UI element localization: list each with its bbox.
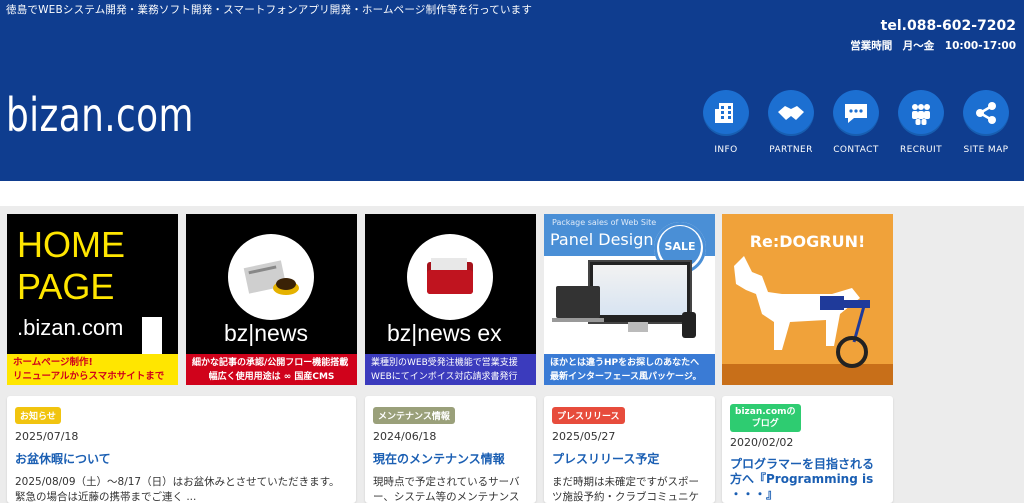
news-date: 2024/06/18: [373, 430, 437, 443]
caption-line: 最新インターフェース風パッケージ。: [550, 372, 702, 382]
category-badge: お知らせ: [15, 407, 61, 424]
dog-wheelchair-illustration: [734, 256, 870, 368]
share-icon: [963, 90, 1009, 136]
nav-recruit[interactable]: RECRUIT: [891, 90, 951, 155]
news-card-notice[interactable]: お知らせ 2025/07/18 お盆休暇について 2025/08/09（土）〜8…: [7, 396, 356, 503]
site-tagline: 徳島でWEBシステム開発・業務ソフト開発・スマートフォンアプリ開発・ホームページ…: [6, 4, 533, 16]
news-excerpt: 2025/08/09（土）〜8/17（日）はお盆休みとさせていただきます。 緊急…: [15, 476, 340, 503]
people-icon: [898, 90, 944, 136]
laptop-base: [552, 318, 604, 322]
banner-panel-caption: ほかとは違うHPをお探しのあなたへ 最新インターフェース風パッケージ。: [544, 354, 715, 385]
banner-bznews-ex[interactable]: bz|news ex 業種別のWEB受発注機能で営業支援 WEBにてインボイス対…: [365, 214, 536, 385]
business-hours: 営業時間 月〜金 10:00-17:00: [850, 40, 1016, 52]
banner-bznews[interactable]: bz|news 細かな記事の承認/公開フロー機能搭載 幅広く使用用途は ∞ 国産…: [186, 214, 357, 385]
dogrun-title: Re:DOGRUN!: [749, 232, 866, 251]
monitor-mockup: [588, 260, 692, 324]
category-badge: bizan.comの ブログ: [730, 404, 801, 432]
caption-line: 細かな記事の承認/公開フロー機能搭載: [192, 358, 349, 368]
nav-partner-label: PARTNER: [769, 145, 813, 155]
phone-number[interactable]: tel.088-602-7202: [881, 18, 1016, 34]
handshake-icon: [768, 90, 814, 136]
category-badge: メンテナンス情報: [373, 407, 455, 424]
laptop-mockup: [556, 286, 600, 318]
news-excerpt: 現時点で予定されているサーバー、システム等のメンテナンス情報は特にありません。: [373, 476, 520, 503]
news-card-maintenance[interactable]: メンテナンス情報 2024/06/18 現在のメンテナンス情報 現時点で予定され…: [365, 396, 536, 503]
nav-contact-label: CONTACT: [833, 145, 879, 155]
nav-info-label: INFO: [714, 145, 738, 155]
nav-info[interactable]: INFO: [696, 90, 756, 155]
caption-line: 業種別のWEB受発注機能で営業支援: [371, 358, 518, 368]
news-excerpt: まだ時期は未確定ですがスポーツ施設予約・クラブコミュニケーション...: [552, 476, 699, 503]
newspaper-icon: [228, 234, 314, 320]
monitor-stand: [628, 322, 648, 332]
banner-dogrun[interactable]: Re:DOGRUN!: [722, 214, 893, 385]
news-card-blog[interactable]: bizan.comの ブログ 2020/02/02 プログラマーを目指される方へ…: [722, 396, 893, 503]
news-date: 2020/02/02: [730, 436, 794, 449]
nav-contact[interactable]: CONTACT: [826, 90, 886, 155]
news-title[interactable]: 現在のメンテナンス情報: [373, 452, 528, 467]
building-icon: [703, 90, 749, 136]
banner-bznewsex-brand: bz|news ex: [387, 320, 502, 346]
nav-recruit-label: RECRUIT: [899, 145, 943, 155]
chat-bubble-icon: [833, 90, 879, 136]
news-date: 2025/05/27: [552, 430, 616, 443]
phone-mockup: [682, 312, 696, 338]
nav-sitemap[interactable]: SITE MAP: [956, 90, 1016, 155]
news-title[interactable]: プログラマーを目指される方へ『Programming is ・・・』: [730, 457, 885, 502]
nav-sitemap-label: SITE MAP: [963, 145, 1009, 155]
decorative-block: [142, 317, 162, 354]
binder-icon: [407, 234, 493, 320]
news-card-press[interactable]: プレスリリース 2025/05/27 プレスリリース予定 まだ時期は未確定ですが…: [544, 396, 715, 503]
caption-line: ホームページ制作!: [13, 357, 93, 368]
news-title[interactable]: プレスリリース予定: [552, 452, 707, 467]
banner-homepage-title: HOME PAGE: [17, 224, 125, 307]
news-title[interactable]: お盆休暇について: [15, 452, 348, 467]
caption-line: WEBにてインボイス対応請求書発行: [371, 372, 518, 382]
site-logo[interactable]: bizan.com: [6, 88, 194, 142]
banner-panel-design[interactable]: Package sales of Web Site Panel Design S…: [544, 214, 715, 385]
banner-homepage[interactable]: HOME PAGE .bizan.com ホームページ制作! リニューアルからス…: [7, 214, 178, 385]
banner-homepage-caption: ホームページ制作! リニューアルからスマホサイトまで: [7, 354, 178, 385]
banner-bznews-brand: bz|news: [224, 320, 308, 346]
caption-line: リニューアルからスマホサイトまで: [13, 371, 165, 382]
banner-bznews-caption: 細かな記事の承認/公開フロー機能搭載 幅広く使用用途は ∞ 国産CMS: [186, 354, 357, 385]
panel-small-text: Package sales of Web Site: [552, 218, 657, 227]
panel-title: Panel Design: [550, 230, 654, 249]
nav-partner[interactable]: PARTNER: [761, 90, 821, 155]
banner-bznewsex-caption: 業種別のWEB受発注機能で営業支援 WEBにてインボイス対応請求書発行: [365, 354, 536, 385]
caption-line: ほかとは違うHPをお探しのあなたへ: [550, 358, 700, 368]
caption-line: 幅広く使用用途は ∞ 国産CMS: [208, 372, 335, 382]
category-badge: プレスリリース: [552, 407, 625, 424]
news-date: 2025/07/18: [15, 430, 79, 443]
banner-homepage-brand: .bizan.com: [17, 315, 124, 340]
site-header: 徳島でWEBシステム開発・業務ソフト開発・スマートフォンアプリ開発・ホームページ…: [0, 0, 1024, 181]
